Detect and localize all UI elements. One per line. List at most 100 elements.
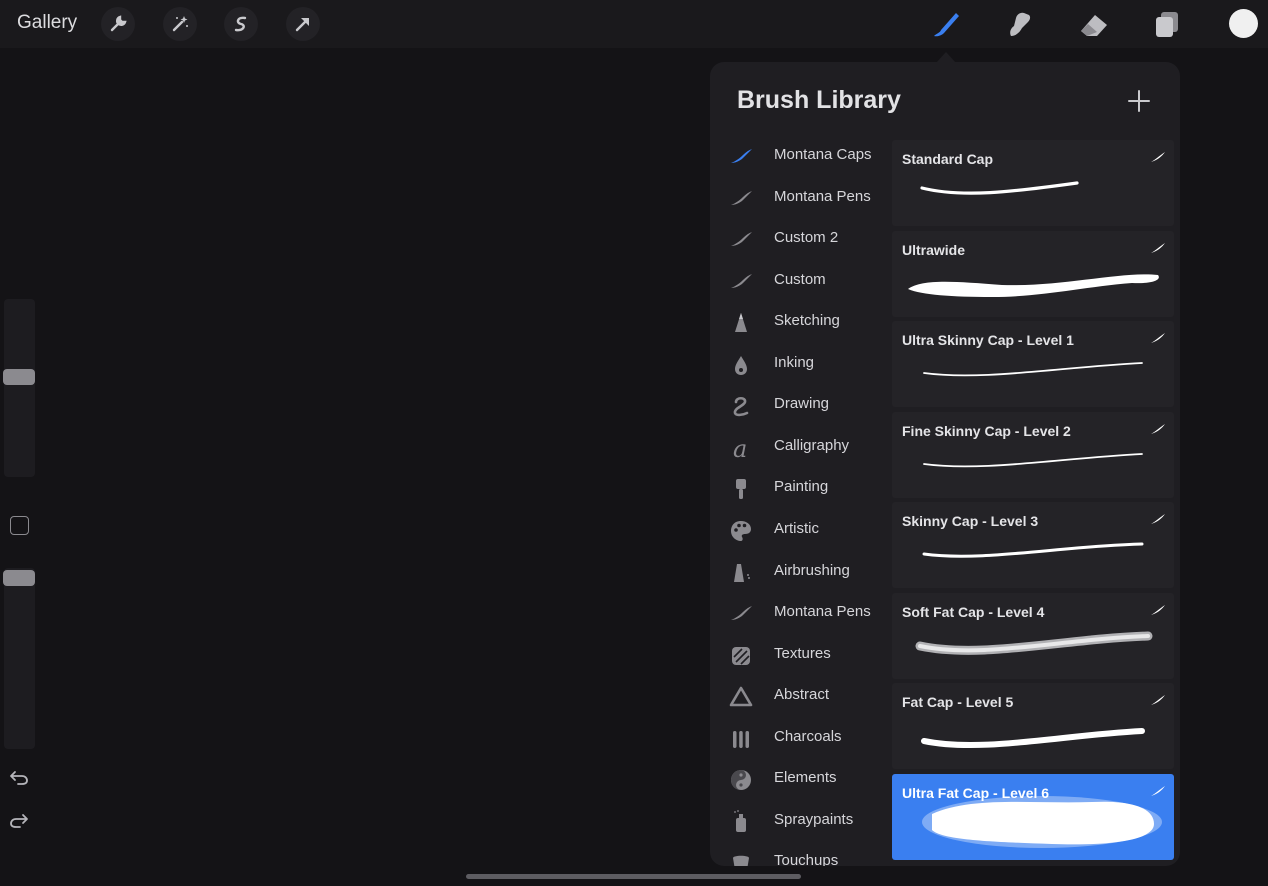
script-a-icon: a xyxy=(728,435,754,463)
brush-set-label: Airbrushing xyxy=(774,561,850,579)
transform-arrow-icon[interactable] xyxy=(286,7,320,41)
opacity-slider[interactable] xyxy=(4,568,35,749)
brush-set-label: Spraypaints xyxy=(774,810,854,828)
brush-set-airbrushing[interactable]: Airbrushing xyxy=(710,552,890,592)
brush-set-spraypaints[interactable]: Spraypaints xyxy=(710,801,890,841)
top-toolbar: Gallery xyxy=(0,0,1268,48)
brush-name: Ultrawide xyxy=(902,241,966,258)
selection-s-icon[interactable] xyxy=(224,7,258,41)
stroke-badge-icon xyxy=(1150,331,1166,349)
stroke-icon xyxy=(728,227,754,253)
brush-set-label: Calligraphy xyxy=(774,436,850,454)
brush-set-label: Drawing xyxy=(774,395,830,413)
brush-set-artistic[interactable]: Artistic xyxy=(710,510,890,550)
brush-ultrawide[interactable]: Ultrawide xyxy=(892,230,1174,317)
stroke-badge-icon xyxy=(1150,512,1166,530)
brush-set-label: Custom xyxy=(774,270,826,288)
stroke-icon xyxy=(728,144,754,170)
brush-set-label: Abstract xyxy=(774,686,830,704)
panel-title: Brush Library xyxy=(737,86,901,114)
svg-text:a: a xyxy=(733,435,747,461)
wrench-icon[interactable] xyxy=(101,7,135,41)
brush-size-handle[interactable] xyxy=(3,369,35,386)
brush-set-montana-pens[interactable]: Montana Pens xyxy=(710,178,890,218)
brush-set-sketching[interactable]: Sketching xyxy=(710,302,890,342)
brush-library-panel: Brush Library Montana Caps Montana Pens Cu… xyxy=(710,62,1180,866)
brush-set-inking[interactable]: Inking xyxy=(710,344,890,384)
palette-icon xyxy=(728,518,754,544)
brush-set-abstract[interactable]: Abstract xyxy=(710,676,890,716)
brush-name: Skinny Cap - Level 3 xyxy=(902,513,1039,529)
stroke-badge-icon xyxy=(1150,603,1166,621)
brush-set-charcoals[interactable]: Charcoals xyxy=(710,718,890,758)
squiggle-icon xyxy=(728,393,754,419)
plus-icon[interactable] xyxy=(1124,86,1154,116)
brush-name: Fine Skinny Cap - Level 2 xyxy=(902,422,1071,439)
magic-wand-icon[interactable] xyxy=(163,7,197,41)
brush-icon[interactable] xyxy=(928,6,964,42)
brush-skinny-cap-level-3[interactable]: Skinny Cap - Level 3 xyxy=(892,502,1174,588)
brush-set-label: Textures xyxy=(774,644,831,662)
undo-icon[interactable] xyxy=(9,768,29,791)
stroke-badge-icon xyxy=(1150,422,1166,440)
charcoal-sticks-icon xyxy=(728,726,754,752)
brush-ultra-skinny-cap-level-1[interactable]: Ultra Skinny Cap - Level 1 xyxy=(892,321,1174,407)
eraser-icon[interactable] xyxy=(1076,6,1112,42)
stroke-icon xyxy=(728,601,754,627)
brush-set-label: Montana Caps xyxy=(774,146,872,163)
layers-icon[interactable] xyxy=(1150,6,1186,42)
brush-set-montana-pens[interactable]: Montana Pens xyxy=(710,593,890,633)
brush-set-elements[interactable]: Elements xyxy=(710,759,890,799)
brush-set-label: Elements xyxy=(774,769,837,787)
brush-size-slider[interactable] xyxy=(4,299,35,477)
brush-soft-fat-cap-level-4[interactable]: Soft Fat Cap - Level 4 xyxy=(892,592,1174,679)
gallery-button[interactable]: Gallery xyxy=(17,12,77,34)
brush-name: Standard Cap xyxy=(902,151,994,167)
brush-name: Soft Fat Cap - Level 4 xyxy=(902,603,1045,620)
brush-set-custom[interactable]: Custom xyxy=(710,261,890,301)
brush-set-label: Montana Pens xyxy=(774,187,871,205)
stroke-icon xyxy=(728,269,754,295)
hatch-icon xyxy=(728,643,754,669)
airbrush-icon xyxy=(728,560,754,586)
stroke-badge-icon xyxy=(1150,150,1166,168)
brush-set-label: Charcoals xyxy=(774,727,842,745)
brush-set-drawing[interactable]: Drawing xyxy=(710,385,890,425)
stroke-badge-icon xyxy=(1150,784,1166,802)
stroke-badge-icon xyxy=(1150,241,1166,259)
procreate-canvas-screen: Gallery Brush Library Montana Caps Monta… xyxy=(0,0,1268,886)
brush-name: Fat Cap - Level 5 xyxy=(902,694,1014,710)
brush-name: Ultra Skinny Cap - Level 1 xyxy=(902,332,1074,348)
brush-set-label: Artistic xyxy=(774,519,819,537)
redo-icon[interactable] xyxy=(9,811,29,834)
brush-set-touchups[interactable]: Touchups xyxy=(710,842,890,866)
brush-standard-cap[interactable]: Standard Cap xyxy=(892,140,1174,226)
stroke-icon xyxy=(728,186,754,212)
brush-set-list: Montana Caps Montana Pens Custom 2 Custom Sk… xyxy=(710,136,890,866)
brush-set-label: Painting xyxy=(774,478,829,496)
brush-set-montana-caps[interactable]: Montana Caps xyxy=(710,136,890,176)
modify-square-icon[interactable] xyxy=(10,516,29,535)
yin-yang-icon xyxy=(728,767,754,793)
brush-set-custom-2[interactable]: Custom 2 xyxy=(710,219,890,259)
smudge-icon[interactable] xyxy=(1002,6,1038,42)
brush-ultra-fat-cap-level-6[interactable]: Ultra Fat Cap - Level 6 xyxy=(892,773,1174,860)
color-picker-swatch[interactable] xyxy=(1229,9,1258,38)
brush-set-label: Montana Pens xyxy=(774,603,871,621)
home-indicator[interactable] xyxy=(466,874,801,879)
pencil-tip-icon xyxy=(728,310,754,336)
triangle-icon xyxy=(728,684,754,710)
brush-set-calligraphy[interactable]: a Calligraphy xyxy=(710,427,890,467)
ink-drop-icon xyxy=(728,352,754,378)
brush-list: Standard Cap Ultrawide Ultra Skinny Cap - … xyxy=(892,140,1174,866)
brush-set-textures[interactable]: Textures xyxy=(710,635,890,675)
brush-set-label: Custom 2 xyxy=(774,229,839,247)
brush-fine-skinny-cap-level-2[interactable]: Fine Skinny Cap - Level 2 xyxy=(892,411,1174,498)
paintbrush-icon xyxy=(728,476,754,502)
brush-fat-cap-level-5[interactable]: Fat Cap - Level 5 xyxy=(892,683,1174,769)
brush-set-painting[interactable]: Painting xyxy=(710,468,890,508)
touchup-icon xyxy=(728,850,754,866)
opacity-handle[interactable] xyxy=(3,570,35,586)
brush-name: Ultra Fat Cap - Level 6 xyxy=(902,784,1050,801)
brush-set-label: Inking xyxy=(774,353,815,371)
